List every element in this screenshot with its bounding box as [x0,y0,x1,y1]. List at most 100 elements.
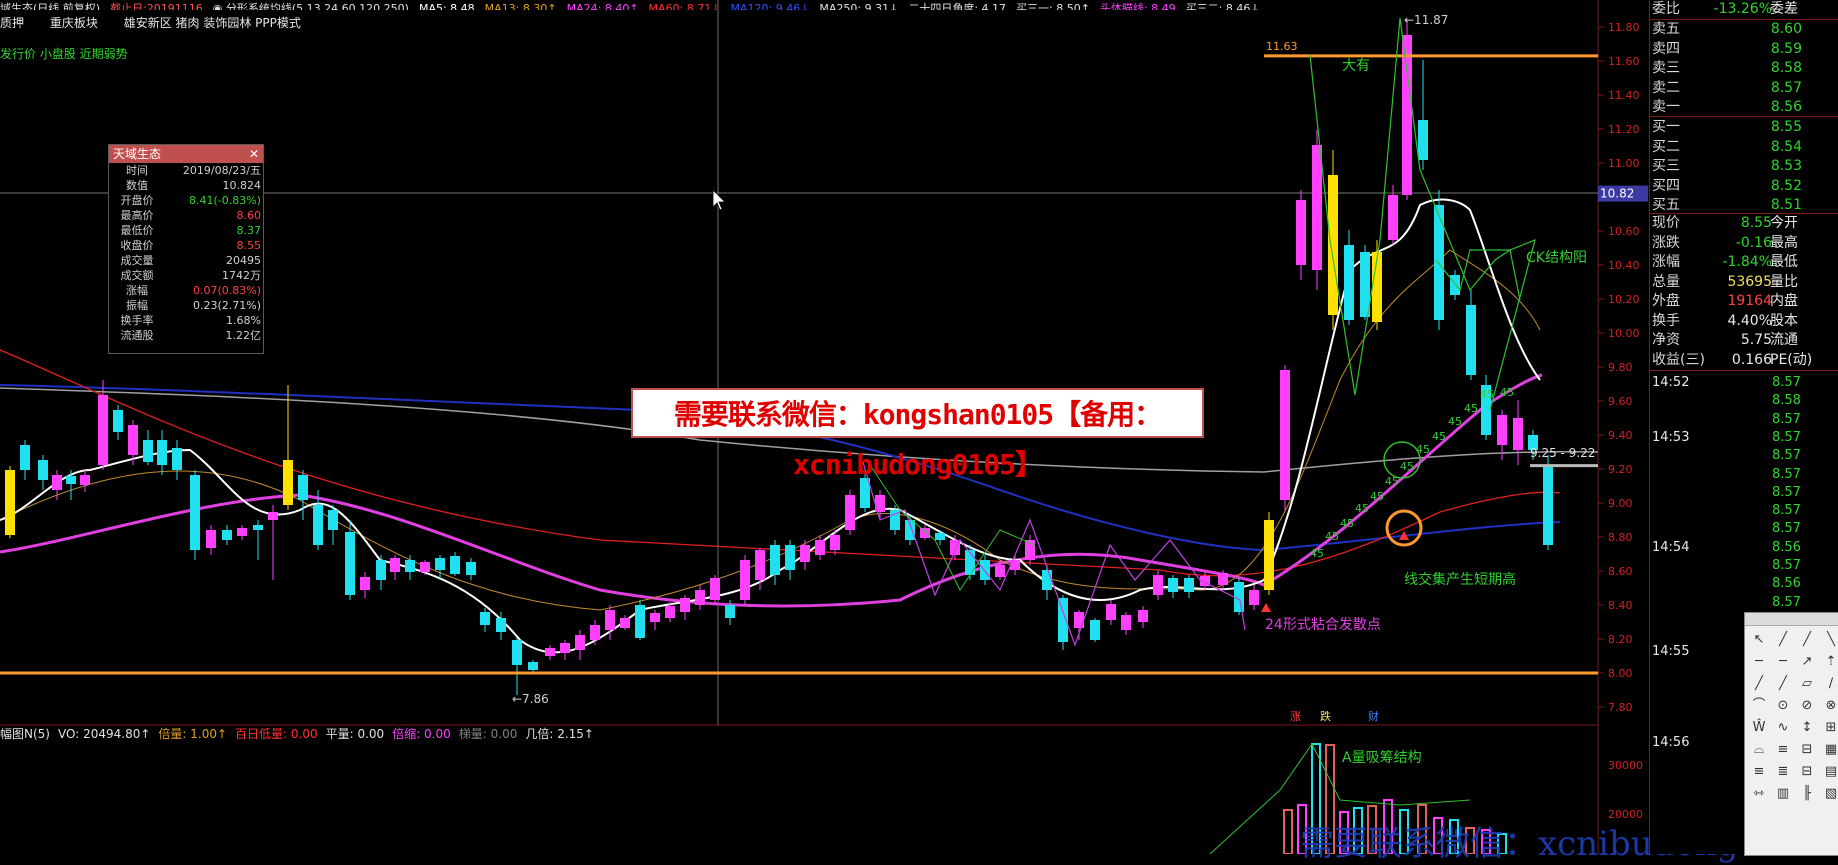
candle-body [222,530,232,540]
candle-body [253,525,263,530]
candle-body [545,648,555,656]
candle-body [345,532,355,595]
slope-icon[interactable]: ∕ [1821,674,1838,694]
annotation-ck: CK结构阳 [1526,250,1587,266]
candle-body [605,610,615,630]
candle-body [268,512,278,520]
arc-icon[interactable]: ⌒ [1749,696,1769,716]
candle-body [1249,590,1259,605]
data-window-label: 成交量 [120,254,154,267]
grid-icon[interactable]: ⊞ [1821,718,1838,738]
tag-pledge[interactable]: 质押 [0,16,24,30]
data-window-label: 收盘价 [120,239,154,252]
quote-label: 涨幅 [1652,254,1680,270]
candle-body [1402,35,1412,195]
tag-region[interactable]: 重庆板块 [50,16,98,30]
candle-body [405,560,415,572]
quote-label: 买二 [1652,138,1680,155]
angle-label: 45 [1385,475,1399,488]
fib-box-icon[interactable]: ⊟ [1797,740,1817,760]
price-axis-label: 9.20 [1608,463,1633,476]
bar-icon[interactable]: ▤ [1821,762,1838,782]
candle-body [695,590,705,605]
quote-label: 换手 [1652,312,1680,329]
hline-icon[interactable]: ─ [1749,652,1769,672]
candle-body [770,545,780,575]
candle-body [710,578,720,600]
volume-indicator-value: 梯量: 0.00 [458,727,518,741]
wave-icon[interactable]: Ŵ [1749,718,1769,738]
target-icon[interactable]: ⊗ [1821,696,1838,716]
hray-icon[interactable]: ─ [1773,652,1793,672]
lines-icon[interactable]: ≡ [1749,762,1769,782]
sine-icon[interactable]: ∿ [1773,718,1793,738]
price-axis-label: 10.00 [1608,327,1640,340]
segment-icon[interactable]: ╲ [1821,630,1838,650]
range-label: 9.25 - 9.22 [1530,446,1595,460]
circle-icon[interactable]: ⊙ [1773,696,1793,716]
candle-body [1090,620,1100,640]
data-window-label: 最低价 [120,224,154,237]
box-icon[interactable]: ▱ [1797,674,1817,694]
tag-concepts[interactable]: 雄安新区 猪肉 装饰园林 PPP模式 [124,16,301,30]
candle-body [1106,604,1116,620]
column-icon[interactable]: ▥ [1773,784,1793,804]
candle-body [20,445,30,470]
tick-price: 8.58 [1772,393,1801,409]
candle-body [237,528,247,536]
gann-fan-icon[interactable]: ╟ [1797,784,1817,804]
multi-lines-icon[interactable]: ≣ [1773,762,1793,782]
candle-body [313,505,323,545]
range-icon[interactable]: ↕ [1797,718,1817,738]
arc-fan-icon[interactable]: ⌓ [1749,740,1769,760]
data-window-value: 8.37 [236,224,262,237]
pointer-icon[interactable]: ↖ [1749,630,1769,650]
up-arrow-icon[interactable]: ⇡ [1821,652,1838,672]
candle-body [635,605,645,638]
drawing-tools-palette[interactable]: ↖ ╱ ╱ ╲ ─ ─ ↗ ⇡ ╱ ╱ ▱ ∕ ⌒ ⊙ ⊘ ⊗ Ŵ ∿ ↕ ⊞ ⌓ ≡ ⊟ ▦ ≡ ≣ ⊟ ▤ ⇿ ▥ ╟ ▧ [1744,612,1838,856]
candle-body [1010,560,1020,570]
indicator-value: 头体瞄线: 8.49 [1099,2,1176,10]
period-icon[interactable]: ⊟ [1797,762,1817,782]
close-icon[interactable]: ✕ [249,145,259,163]
pattern-icon[interactable]: ▧ [1821,784,1838,804]
angle-label: 45 [1310,547,1324,560]
resistance-label: 11.63 [1266,40,1298,53]
candle-body [435,558,445,570]
line-icon[interactable]: ╱ [1773,630,1793,650]
candle-body [650,613,660,622]
indicator-value: 二十四日角度: 4.17 [908,2,1007,10]
volume-indicator-value: 平量: 0.00 [325,727,385,741]
tick-price: 8.57 [1772,411,1801,427]
angle-label: 45 [1340,517,1354,530]
data-window-table: 时间 2019/08/23/五 数值 10.824 开盘价 8.41(-0.83%) 最高价… [109,163,263,343]
data-window-title-bar[interactable]: 天域生态 ✕ [109,145,263,163]
candle-body [206,530,216,548]
ray-icon[interactable]: ╱ [1797,630,1817,650]
quote-value: 8.55 [1770,119,1802,135]
quote-label: 卖五 [1652,21,1680,37]
channel-icon[interactable]: ╱ [1749,674,1769,694]
gann-icon[interactable]: ▦ [1821,740,1838,760]
candle-body [665,606,675,618]
ellipse-icon[interactable]: ⊘ [1797,696,1817,716]
candle-body [528,662,538,670]
parallel-icon[interactable]: ╱ [1773,674,1793,694]
tick-price: 8.57 [1772,558,1801,573]
data-window-label: 成交额 [120,269,154,282]
candle-body [496,618,506,632]
candle-body [1184,578,1194,592]
tick-row: 14:52 8.57 [1652,373,1801,392]
arrow-icon[interactable]: ↗ [1797,652,1817,672]
price-axis-label: 8.00 [1608,667,1633,680]
candle-body [1234,582,1244,612]
price-axis-label: 9.60 [1608,395,1633,408]
price-axis-label: 9.80 [1608,361,1633,374]
data-window-value: 8.60 [236,209,262,222]
fib-icon[interactable]: ≡ [1773,740,1793,760]
data-window-row: 涨幅 0.07(0.83%) [109,283,263,298]
volume-indicator-value: 倍缩: 0.00 [392,727,451,741]
cycle-icon[interactable]: ⇿ [1749,784,1769,804]
candle-body [1264,520,1274,590]
palette-title-bar[interactable] [1745,613,1838,626]
